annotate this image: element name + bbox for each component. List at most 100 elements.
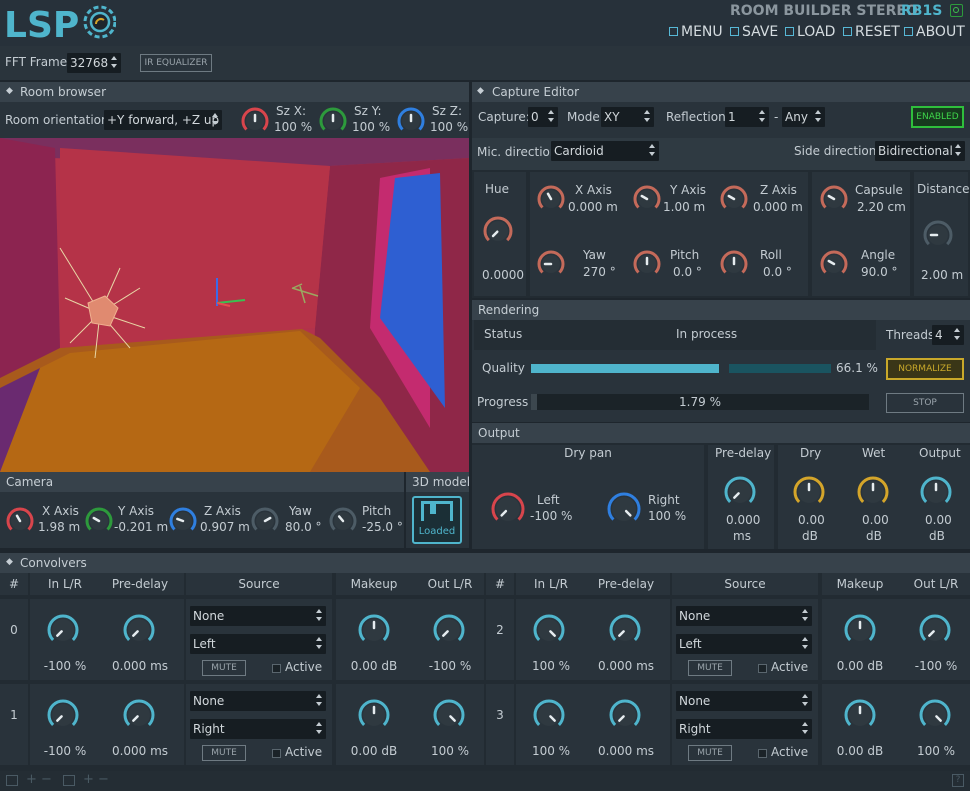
active-checkbox[interactable] bbox=[272, 664, 281, 673]
collapse-icon[interactable]: ◆ bbox=[6, 86, 13, 96]
source-file-select[interactable]: None bbox=[676, 606, 812, 626]
output-knob[interactable] bbox=[919, 475, 953, 509]
size-z-knob[interactable] bbox=[396, 106, 426, 136]
pitch-knob[interactable] bbox=[632, 249, 662, 279]
stop-button[interactable]: STOP bbox=[886, 393, 964, 413]
collapse-icon[interactable]: ◆ bbox=[477, 86, 484, 96]
load-model-button[interactable]: Loaded bbox=[412, 496, 462, 544]
capsule-knob[interactable] bbox=[819, 184, 849, 214]
hue-knob[interactable] bbox=[482, 215, 514, 247]
font-plus-minus-icon[interactable]: + − bbox=[83, 772, 109, 787]
in-lr-knob[interactable] bbox=[532, 698, 566, 732]
mute-button[interactable]: MUTE bbox=[688, 660, 732, 676]
progress-bar: 1.79 % bbox=[531, 394, 869, 410]
enabled-button[interactable]: ENABLED bbox=[911, 106, 964, 128]
size-y-knob[interactable] bbox=[318, 106, 348, 136]
out-lr-knob[interactable] bbox=[918, 613, 952, 647]
mic-direction-select[interactable]: Cardioid bbox=[551, 141, 659, 161]
source-channel-select[interactable]: Right bbox=[676, 719, 812, 739]
mute-button[interactable]: MUTE bbox=[202, 660, 246, 676]
out-lr-knob[interactable] bbox=[432, 698, 466, 732]
reflections-select[interactable]: 1 bbox=[725, 107, 769, 127]
reset-button[interactable]: RESET bbox=[843, 24, 900, 40]
makeup-knob[interactable] bbox=[843, 613, 877, 647]
camera-knob-label: Z Axis bbox=[204, 504, 241, 518]
axis-y-knob[interactable] bbox=[632, 184, 662, 214]
rotation-label: Pitch bbox=[670, 248, 700, 262]
yaw-knob[interactable] bbox=[536, 249, 566, 279]
active-checkbox[interactable] bbox=[758, 664, 767, 673]
source-file-select[interactable]: None bbox=[190, 606, 326, 626]
collapse-icon[interactable]: ◆ bbox=[6, 557, 13, 567]
camera-x-axis-knob[interactable] bbox=[5, 506, 35, 536]
axis-x-knob[interactable] bbox=[536, 184, 566, 214]
capture-select[interactable]: 0 bbox=[528, 107, 558, 127]
angle-knob[interactable] bbox=[819, 249, 849, 279]
rendering-header: Rendering bbox=[472, 300, 970, 320]
in-lr-knob[interactable] bbox=[532, 613, 566, 647]
angle-label: Angle bbox=[861, 248, 896, 262]
right-pan-knob[interactable] bbox=[606, 491, 642, 527]
camera-z-axis-knob[interactable] bbox=[168, 506, 198, 536]
distance-label: Distance bbox=[917, 182, 970, 196]
power-icon[interactable] bbox=[950, 4, 963, 17]
roll-knob[interactable] bbox=[719, 249, 749, 279]
reflections-max-select[interactable]: Any bbox=[782, 107, 825, 127]
distance-knob[interactable] bbox=[922, 219, 954, 251]
out-lr-knob[interactable] bbox=[918, 698, 952, 732]
wet-knob[interactable] bbox=[856, 475, 890, 509]
left-pan-knob[interactable] bbox=[490, 491, 526, 527]
camera-y-axis-knob[interactable] bbox=[84, 506, 114, 536]
axis-value: 0.000 m bbox=[568, 200, 618, 214]
in-lr-knob[interactable] bbox=[46, 613, 80, 647]
makeup-knob[interactable] bbox=[357, 613, 391, 647]
room-3d-view[interactable] bbox=[0, 138, 469, 472]
ir-equalizer-button[interactable]: IR EQUALIZER bbox=[140, 54, 212, 72]
source-channel-select[interactable]: Right bbox=[190, 719, 326, 739]
zoom-plus-minus-icon[interactable]: + − bbox=[26, 772, 52, 787]
output-predelay-knob[interactable] bbox=[723, 475, 757, 509]
menu-button[interactable]: MENU bbox=[669, 24, 723, 40]
source-channel-select[interactable]: Left bbox=[190, 634, 326, 654]
mode-select[interactable]: XY bbox=[601, 107, 654, 127]
help-icon[interactable]: ? bbox=[952, 774, 964, 787]
quality-bar[interactable] bbox=[531, 364, 831, 373]
predelay-knob[interactable] bbox=[608, 698, 642, 732]
status-label: Status bbox=[484, 327, 523, 341]
left-label: Left bbox=[537, 493, 560, 507]
in-lr-knob[interactable] bbox=[46, 698, 80, 732]
normalize-button[interactable]: NORMALIZE bbox=[886, 358, 964, 380]
spin-arrows-icon bbox=[802, 609, 810, 623]
left-value: -100 % bbox=[530, 509, 573, 523]
source-channel-select[interactable]: Left bbox=[676, 634, 812, 654]
load-button[interactable]: LOAD bbox=[785, 24, 835, 40]
threads-select[interactable]: 4 bbox=[932, 325, 964, 345]
window-icon[interactable] bbox=[6, 775, 18, 786]
save-button[interactable]: SAVE bbox=[730, 24, 778, 40]
mute-button[interactable]: MUTE bbox=[688, 745, 732, 761]
axis-z-knob[interactable] bbox=[719, 184, 749, 214]
active-checkbox[interactable] bbox=[272, 749, 281, 758]
dry-knob[interactable] bbox=[792, 475, 826, 509]
predelay-knob[interactable] bbox=[122, 698, 156, 732]
source-file-select[interactable]: None bbox=[190, 691, 326, 711]
out-lr-knob[interactable] bbox=[432, 613, 466, 647]
predelay-knob[interactable] bbox=[122, 613, 156, 647]
source-file-select[interactable]: None bbox=[676, 691, 812, 711]
mute-button[interactable]: MUTE bbox=[202, 745, 246, 761]
size-x-knob[interactable] bbox=[240, 106, 270, 136]
orientation-select[interactable]: +Y forward, +Z up bbox=[104, 110, 222, 130]
camera-pitch-knob[interactable] bbox=[328, 506, 358, 536]
active-checkbox[interactable] bbox=[758, 749, 767, 758]
makeup-knob[interactable] bbox=[357, 698, 391, 732]
makeup-knob[interactable] bbox=[843, 698, 877, 732]
spin-arrows-icon bbox=[212, 113, 220, 127]
about-button[interactable]: ABOUT bbox=[904, 24, 965, 40]
side-direction-select[interactable]: Bidirectional bbox=[875, 141, 965, 161]
fft-frame-select[interactable]: 32768 bbox=[67, 53, 121, 73]
predelay-knob[interactable] bbox=[608, 613, 642, 647]
font-icon[interactable] bbox=[63, 775, 75, 786]
active-label: Active bbox=[285, 745, 323, 759]
spin-arrows-icon bbox=[111, 56, 119, 70]
camera-yaw-knob[interactable] bbox=[250, 506, 280, 536]
